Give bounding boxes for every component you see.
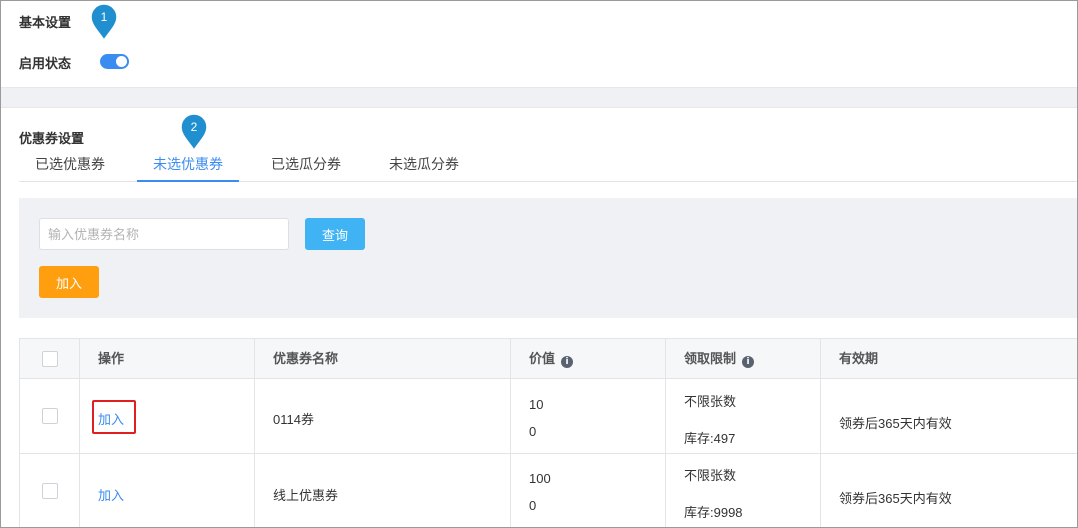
tab-unselected-coupons[interactable]: 未选优惠券 — [137, 151, 239, 182]
limit-info-icon[interactable]: i — [742, 356, 755, 368]
coupon-name: 0114券 — [273, 412, 314, 427]
header-value: 价值 i — [511, 339, 666, 378]
section-divider — [1, 87, 1077, 108]
coupon-settings-title: 优惠券设置 — [19, 131, 85, 146]
tab-selected-coupons[interactable]: 已选优惠券 — [19, 151, 121, 182]
query-button[interactable]: 查询 — [305, 218, 365, 250]
row-validity-cell: 领券后365天内有效 — [821, 379, 1077, 453]
filter-panel: 查询 加入 — [19, 198, 1077, 318]
add-link[interactable]: 加入 — [98, 409, 124, 428]
stock-text: 库存:9998 — [684, 505, 743, 520]
row-value-cell: 100 0 — [511, 454, 666, 527]
row-action-cell: 加入 — [80, 454, 255, 527]
value-info-icon[interactable]: i — [561, 356, 574, 368]
row-checkbox[interactable] — [42, 408, 58, 424]
step-1-marker-label: 1 — [101, 10, 108, 24]
value-line-1: 10 — [529, 397, 544, 412]
row-action-cell: 加入 — [80, 379, 255, 453]
row-checkbox[interactable] — [42, 483, 58, 499]
select-all-checkbox[interactable] — [42, 351, 58, 367]
row-name-cell: 0114券 — [255, 379, 511, 453]
coupon-name: 线上优惠券 — [273, 488, 339, 503]
row-name-cell: 线上优惠券 — [255, 454, 511, 527]
validity-text: 领券后365天内有效 — [839, 416, 952, 431]
enable-status-label: 启用状态 — [19, 56, 72, 71]
tab-unselected-split-coupons[interactable]: 未选瓜分券 — [373, 151, 475, 182]
page: 基本设置 启用状态 1 优惠券设置 2 已选优惠券 未选优惠券 已选瓜分券 未选… — [0, 0, 1078, 528]
step-1-marker-icon: 1 — [90, 3, 118, 41]
limit-text: 不限张数 — [684, 394, 737, 409]
enable-status-toggle[interactable] — [100, 54, 129, 69]
limit-text: 不限张数 — [684, 468, 737, 483]
header-select-cell — [20, 339, 80, 378]
tab-selected-split-coupons[interactable]: 已选瓜分券 — [255, 151, 357, 182]
step-2-marker-icon: 2 — [180, 113, 208, 151]
coupon-table: 操作 优惠券名称 价值 i 领取限制 i 有效期 加入 0114券 10 0 不限张… — [19, 338, 1077, 527]
coupon-search-input[interactable] — [39, 218, 289, 250]
row-limit-cell: 不限张数 库存:9998 — [666, 454, 821, 527]
toggle-knob — [116, 56, 127, 67]
stock-text: 库存:497 — [684, 431, 736, 446]
row-limit-cell: 不限张数 库存:497 — [666, 379, 821, 453]
basic-settings-title: 基本设置 — [19, 15, 72, 30]
step-2-marker-label: 2 — [191, 120, 198, 134]
validity-text: 领券后365天内有效 — [839, 491, 952, 506]
header-validity: 有效期 — [839, 351, 879, 366]
table-row: 加入 线上优惠券 100 0 不限张数 库存:9998 领券后365天内有效 — [20, 454, 1077, 527]
row-select-cell — [20, 379, 80, 453]
value-line-1: 100 — [529, 471, 551, 486]
table-header-row: 操作 优惠券名称 价值 i 领取限制 i 有效期 — [20, 339, 1077, 379]
table-row: 加入 0114券 10 0 不限张数 库存:497 领券后365天内有效 — [20, 379, 1077, 454]
value-line-2: 0 — [529, 424, 537, 439]
row-validity-cell: 领券后365天内有效 — [821, 454, 1077, 527]
row-value-cell: 10 0 — [511, 379, 666, 453]
coupon-tabs: 已选优惠券 未选优惠券 已选瓜分券 未选瓜分券 — [19, 151, 1077, 182]
header-action: 操作 — [80, 339, 255, 378]
add-link[interactable]: 加入 — [98, 485, 124, 504]
header-limit: 领取限制 i — [666, 339, 821, 378]
add-button[interactable]: 加入 — [39, 266, 99, 298]
row-select-cell — [20, 454, 80, 527]
header-coupon-name: 优惠券名称 — [255, 339, 511, 378]
value-line-2: 0 — [529, 498, 537, 513]
